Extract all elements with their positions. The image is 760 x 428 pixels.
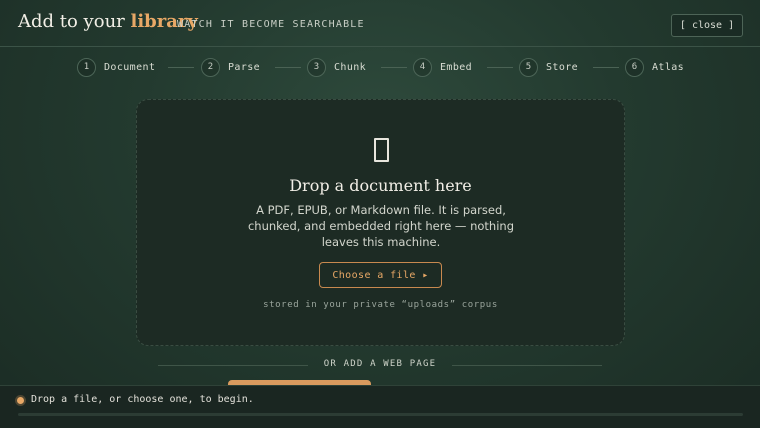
progress-bar — [18, 413, 743, 416]
close-button[interactable]: [ close ] — [671, 14, 743, 37]
page-title: Add to your library — [18, 11, 198, 32]
step-number: 4 — [413, 57, 432, 77]
step-label: Document — [104, 61, 156, 73]
pipeline-steps: 1 Document 2 Parse 3 Chunk 4 Embed 5 Sto… — [0, 57, 760, 77]
step-label: Chunk — [334, 61, 367, 73]
step-number: 6 — [625, 57, 644, 77]
step-connector — [275, 67, 301, 68]
dropzone-description: A PDF, EPUB, or Markdown file. It is par… — [247, 203, 514, 249]
step-connector — [381, 67, 407, 68]
status-bar: Drop a file, or choose one, to begin. — [0, 385, 760, 428]
step-atlas: 6 Atlas — [625, 57, 684, 77]
step-connector — [168, 67, 194, 68]
page-subtitle: WATCH IT BECOME SEARCHABLE — [177, 19, 365, 30]
file-dropzone[interactable]: Drop a document here A PDF, EPUB, or Mar… — [136, 99, 625, 346]
web-page-divider-label: OR ADD A WEB PAGE — [323, 359, 437, 369]
step-number: 5 — [519, 57, 538, 77]
step-label: Parse — [228, 61, 261, 73]
step-number: 2 — [201, 57, 220, 77]
step-document: 1 Document — [77, 57, 155, 77]
step-chunk: 3 Chunk — [307, 57, 366, 77]
document-icon — [374, 138, 389, 162]
step-number: 1 — [77, 57, 96, 77]
step-connector — [487, 67, 513, 68]
step-label: Store — [546, 61, 579, 73]
header: Add to your library WATCH IT BECOME SEAR… — [0, 0, 760, 47]
step-embed: 4 Embed — [413, 57, 472, 77]
step-number: 3 — [307, 57, 326, 77]
step-store: 5 Store — [519, 57, 578, 77]
step-connector — [593, 67, 619, 68]
status-indicator-icon — [17, 397, 24, 404]
choose-file-button[interactable]: Choose a file ▸ — [319, 262, 442, 288]
dropzone-title: Drop a document here — [289, 176, 472, 195]
step-parse: 2 Parse — [201, 57, 260, 77]
step-label: Atlas — [652, 61, 685, 73]
dropzone-note: stored in your private “uploads” corpus — [263, 300, 498, 310]
step-label: Embed — [440, 61, 473, 73]
status-text: Drop a file, or choose one, to begin. — [31, 394, 254, 405]
title-prefix: Add to your — [18, 11, 131, 32]
